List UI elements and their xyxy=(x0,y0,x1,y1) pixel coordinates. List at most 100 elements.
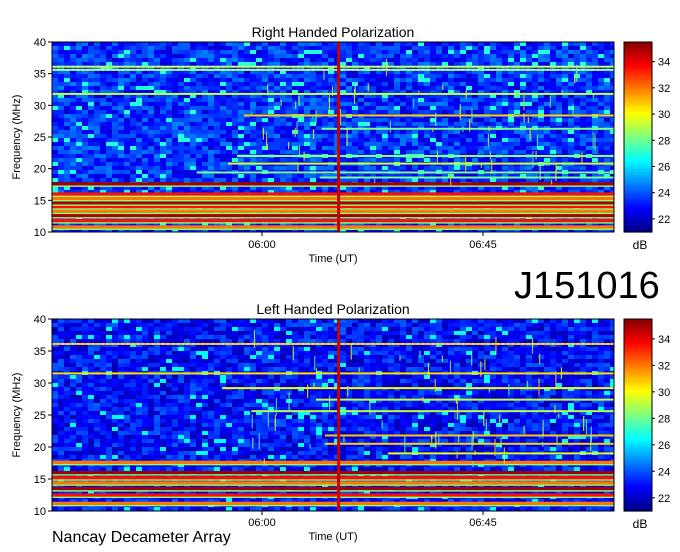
noise-cell xyxy=(454,98,460,102)
noise-cell xyxy=(274,158,280,162)
noise-cell xyxy=(106,130,112,134)
noise-cell xyxy=(64,86,70,90)
noise-cell xyxy=(160,150,166,154)
noise-cell xyxy=(562,102,568,106)
noise-cell xyxy=(136,170,142,174)
noise-cell xyxy=(328,142,334,146)
noise-cell xyxy=(178,46,184,50)
noise-cell xyxy=(178,162,184,166)
noise-cell xyxy=(394,327,400,331)
noise-cell xyxy=(550,146,556,150)
noise-cell xyxy=(208,98,214,102)
noise-cell xyxy=(70,118,76,122)
noise-cell xyxy=(406,327,412,331)
noise-cell xyxy=(490,82,496,86)
noise-cell xyxy=(544,78,550,82)
noise-cell xyxy=(304,54,310,58)
noise-cell xyxy=(544,142,550,146)
noise-cell xyxy=(382,110,388,114)
noise-cell xyxy=(94,138,100,142)
noise-cell xyxy=(148,82,154,86)
noise-cell xyxy=(52,98,58,102)
burst-streak xyxy=(592,93,595,98)
noise-cell xyxy=(460,42,466,46)
noise-cell xyxy=(142,118,148,122)
noise-cell xyxy=(364,62,370,66)
noise-cell xyxy=(388,146,394,150)
noise-cell xyxy=(550,122,556,126)
noise-cell xyxy=(514,150,520,154)
noise-cell xyxy=(472,98,478,102)
noise-cell xyxy=(154,142,160,146)
noise-cell xyxy=(262,110,268,114)
noise-cell xyxy=(88,142,94,146)
noise-cell xyxy=(244,138,250,142)
noise-cell xyxy=(574,118,580,122)
noise-cell xyxy=(58,146,64,150)
noise-cell xyxy=(70,138,76,142)
noise-cell xyxy=(610,138,614,142)
noise-cell xyxy=(112,82,118,86)
noise-cell xyxy=(520,106,526,110)
noise-cell xyxy=(436,166,442,170)
noise-cell xyxy=(322,166,328,170)
noise-cell xyxy=(484,118,490,122)
noise-cell xyxy=(148,58,154,62)
noise-cell xyxy=(400,74,406,78)
burst-streak xyxy=(303,151,305,161)
noise-cell xyxy=(544,138,550,142)
noise-cell xyxy=(538,118,544,122)
noise-cell xyxy=(88,62,94,66)
noise-cell xyxy=(418,82,424,86)
noise-cell xyxy=(184,98,190,102)
noise-cell xyxy=(586,110,592,114)
noise-cell xyxy=(550,323,556,327)
noise-cell xyxy=(310,327,316,331)
burst-streak xyxy=(331,86,334,97)
burst-streak xyxy=(489,151,492,160)
noise-cell xyxy=(568,166,574,170)
noise-cell xyxy=(580,78,586,82)
noise-cell xyxy=(580,102,586,106)
noise-cell xyxy=(550,58,556,62)
noise-cell xyxy=(244,118,250,122)
noise-cell xyxy=(148,130,154,134)
noise-cell xyxy=(100,118,106,122)
noise-cell xyxy=(52,102,58,106)
noise-cell xyxy=(562,110,568,114)
noise-cell xyxy=(490,166,496,170)
noise-cell xyxy=(166,122,172,126)
noise-cell xyxy=(310,58,316,62)
noise-cell xyxy=(370,158,376,162)
noise-cell xyxy=(94,178,100,182)
noise-cell xyxy=(202,54,208,58)
noise-cell xyxy=(52,130,58,134)
noise-cell xyxy=(430,122,436,126)
noise-cell xyxy=(346,102,352,106)
noise-cell xyxy=(604,50,610,54)
noise-cell xyxy=(370,327,376,331)
noise-cell xyxy=(514,54,520,58)
noise-cell xyxy=(214,174,220,178)
noise-cell xyxy=(178,102,184,106)
noise-cell xyxy=(70,122,76,126)
noise-cell xyxy=(478,54,484,58)
noise-cell xyxy=(580,150,586,154)
noise-cell xyxy=(388,98,394,102)
noise-cell xyxy=(454,46,460,50)
noise-cell xyxy=(598,82,604,86)
noise-cell xyxy=(76,130,82,134)
noise-cell xyxy=(370,106,376,110)
noise-cell xyxy=(484,98,490,102)
noise-cell xyxy=(154,102,160,106)
noise-cell xyxy=(472,62,478,66)
noise-cell xyxy=(358,178,364,182)
noise-cell xyxy=(412,319,418,323)
noise-cell xyxy=(448,54,454,58)
band-halo xyxy=(52,208,614,210)
noise-cell xyxy=(64,150,70,154)
noise-cell xyxy=(256,327,262,331)
noise-cell xyxy=(166,134,172,138)
noise-cell xyxy=(106,106,112,110)
noise-cell xyxy=(556,98,562,102)
